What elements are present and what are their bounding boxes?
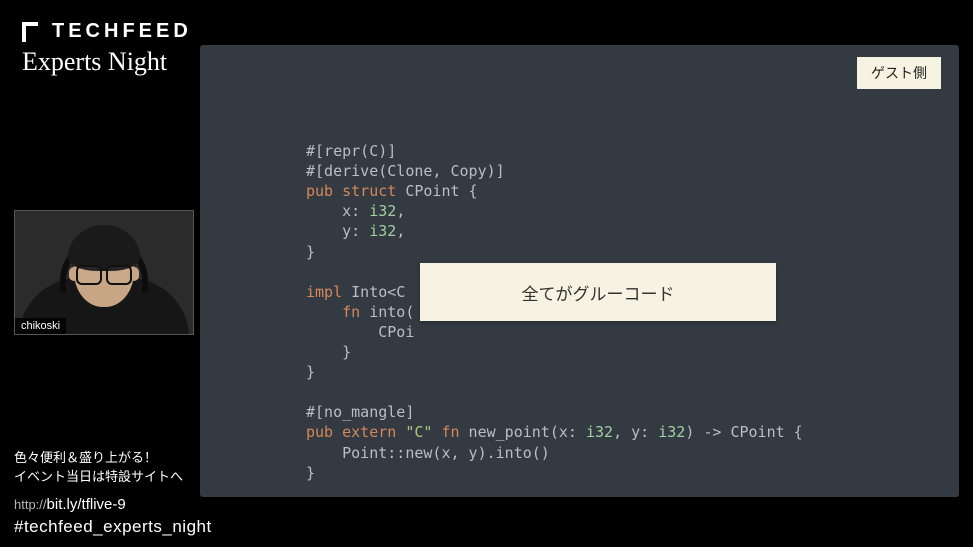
promo-banner: 色々便利＆盛り上がる！ イベント当日は特設サイトへ xyxy=(0,439,232,491)
code-text: x: xyxy=(306,202,369,220)
code-kw: extern xyxy=(342,423,396,441)
code-text: ) -> CPoint { xyxy=(685,423,802,441)
code-text: into( xyxy=(360,303,414,321)
code-text: y: xyxy=(306,222,369,240)
brand-text: TECHFEED xyxy=(52,20,192,43)
code-text: CPoint { xyxy=(396,182,477,200)
code-kw: pub xyxy=(306,182,342,200)
code-text: Into<C xyxy=(342,283,405,301)
presenter-webcam: chikoski xyxy=(14,210,194,335)
code-text: } xyxy=(306,343,351,361)
code-text: CPoi xyxy=(306,323,414,341)
code-type: i32 xyxy=(369,222,396,240)
code-text: , xyxy=(396,222,405,240)
code-kw: pub xyxy=(306,423,342,441)
brand-subtitle: Experts Night xyxy=(22,47,208,77)
url-prefix: http:// xyxy=(14,497,47,512)
code-type: i32 xyxy=(369,202,396,220)
brand-mark-icon xyxy=(22,22,42,42)
logo-block: TECHFEED Experts Night xyxy=(0,0,230,77)
code-line: #[repr(C)] xyxy=(306,142,396,160)
url-main: bit.ly/tflive-9 xyxy=(47,496,126,513)
slide-caption-overlay: 全てがグルーコード xyxy=(420,263,776,321)
code-kw: impl xyxy=(306,283,342,301)
code-str: "C" xyxy=(396,423,441,441)
code-text: , y: xyxy=(613,423,658,441)
brand-row: TECHFEED xyxy=(22,20,208,43)
code-line: #[derive(Clone, Copy)] xyxy=(306,162,505,180)
code-text: Point::new(x, y).into() xyxy=(306,444,550,462)
code-kw: fn xyxy=(441,423,459,441)
presenter-name-label: chikoski xyxy=(15,318,66,334)
code-kw: fn xyxy=(306,303,360,321)
event-link[interactable]: http://bit.ly/tflive-9 xyxy=(14,496,212,513)
promo-line-1: 色々便利＆盛り上がる！ xyxy=(14,447,218,466)
code-text: } xyxy=(306,243,315,261)
code-type: i32 xyxy=(586,423,613,441)
code-type: i32 xyxy=(658,423,685,441)
code-text: , xyxy=(396,202,405,220)
left-sidebar: TECHFEED Experts Night chikoski 色々便利＆盛り上… xyxy=(0,0,230,547)
code-text: new_point(x: xyxy=(460,423,586,441)
code-line: #[no_mangle] xyxy=(306,403,414,421)
code-kw: struct xyxy=(342,182,396,200)
promo-line-2: イベント当日は特設サイトへ xyxy=(14,466,218,485)
code-text: } xyxy=(306,464,315,482)
guest-side-tag: ゲスト側 xyxy=(857,57,941,89)
app-root: TECHFEED Experts Night chikoski 色々便利＆盛り上… xyxy=(0,0,973,547)
event-hashtag[interactable]: #techfeed_experts_night xyxy=(14,517,212,537)
link-block: http://bit.ly/tflive-9 #techfeed_experts… xyxy=(14,496,212,537)
slide-area: ゲスト側 #[repr(C)] #[derive(Clone, Copy)] p… xyxy=(200,45,959,497)
code-text: } xyxy=(306,363,315,381)
